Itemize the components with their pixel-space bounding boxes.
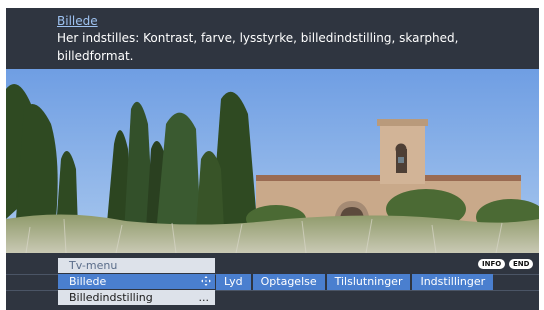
move-arrows-icon [201,274,211,289]
background-photo [6,69,539,253]
tv-menu-header: Tv-menu [58,258,215,273]
info-key-badge: INFO [478,259,506,269]
tab-indstillinger[interactable]: Indstillinger [412,274,493,290]
tv-screen: Billede Her indstilles: Kontrast, farve,… [6,8,539,310]
menu-item-label: Billede [69,275,107,288]
more-ellipsis: ... [198,291,210,304]
tab-lyd[interactable]: Lyd [216,274,253,290]
end-key-badge: END [509,259,534,269]
tab-tilslutninger[interactable]: Tilslutninger [327,274,413,290]
menu-bar: Tv-menu Billede Billedindstilling ... Ly… [6,253,539,310]
menu-item-billedindstilling[interactable]: Billedindstilling ... [58,290,215,305]
menu-item-billede[interactable]: Billede [58,274,215,289]
tab-bar: Lyd Optagelse Tilslutninger Indstillinge… [216,274,494,290]
info-title: Billede [57,14,98,28]
info-description: Her indstilles: Kontrast, farve, lysstyr… [57,31,459,63]
menu-item-label: Billedindstilling [69,291,153,304]
info-panel: Billede Her indstilles: Kontrast, farve,… [6,8,539,69]
tab-optagelse[interactable]: Optagelse [253,274,327,290]
